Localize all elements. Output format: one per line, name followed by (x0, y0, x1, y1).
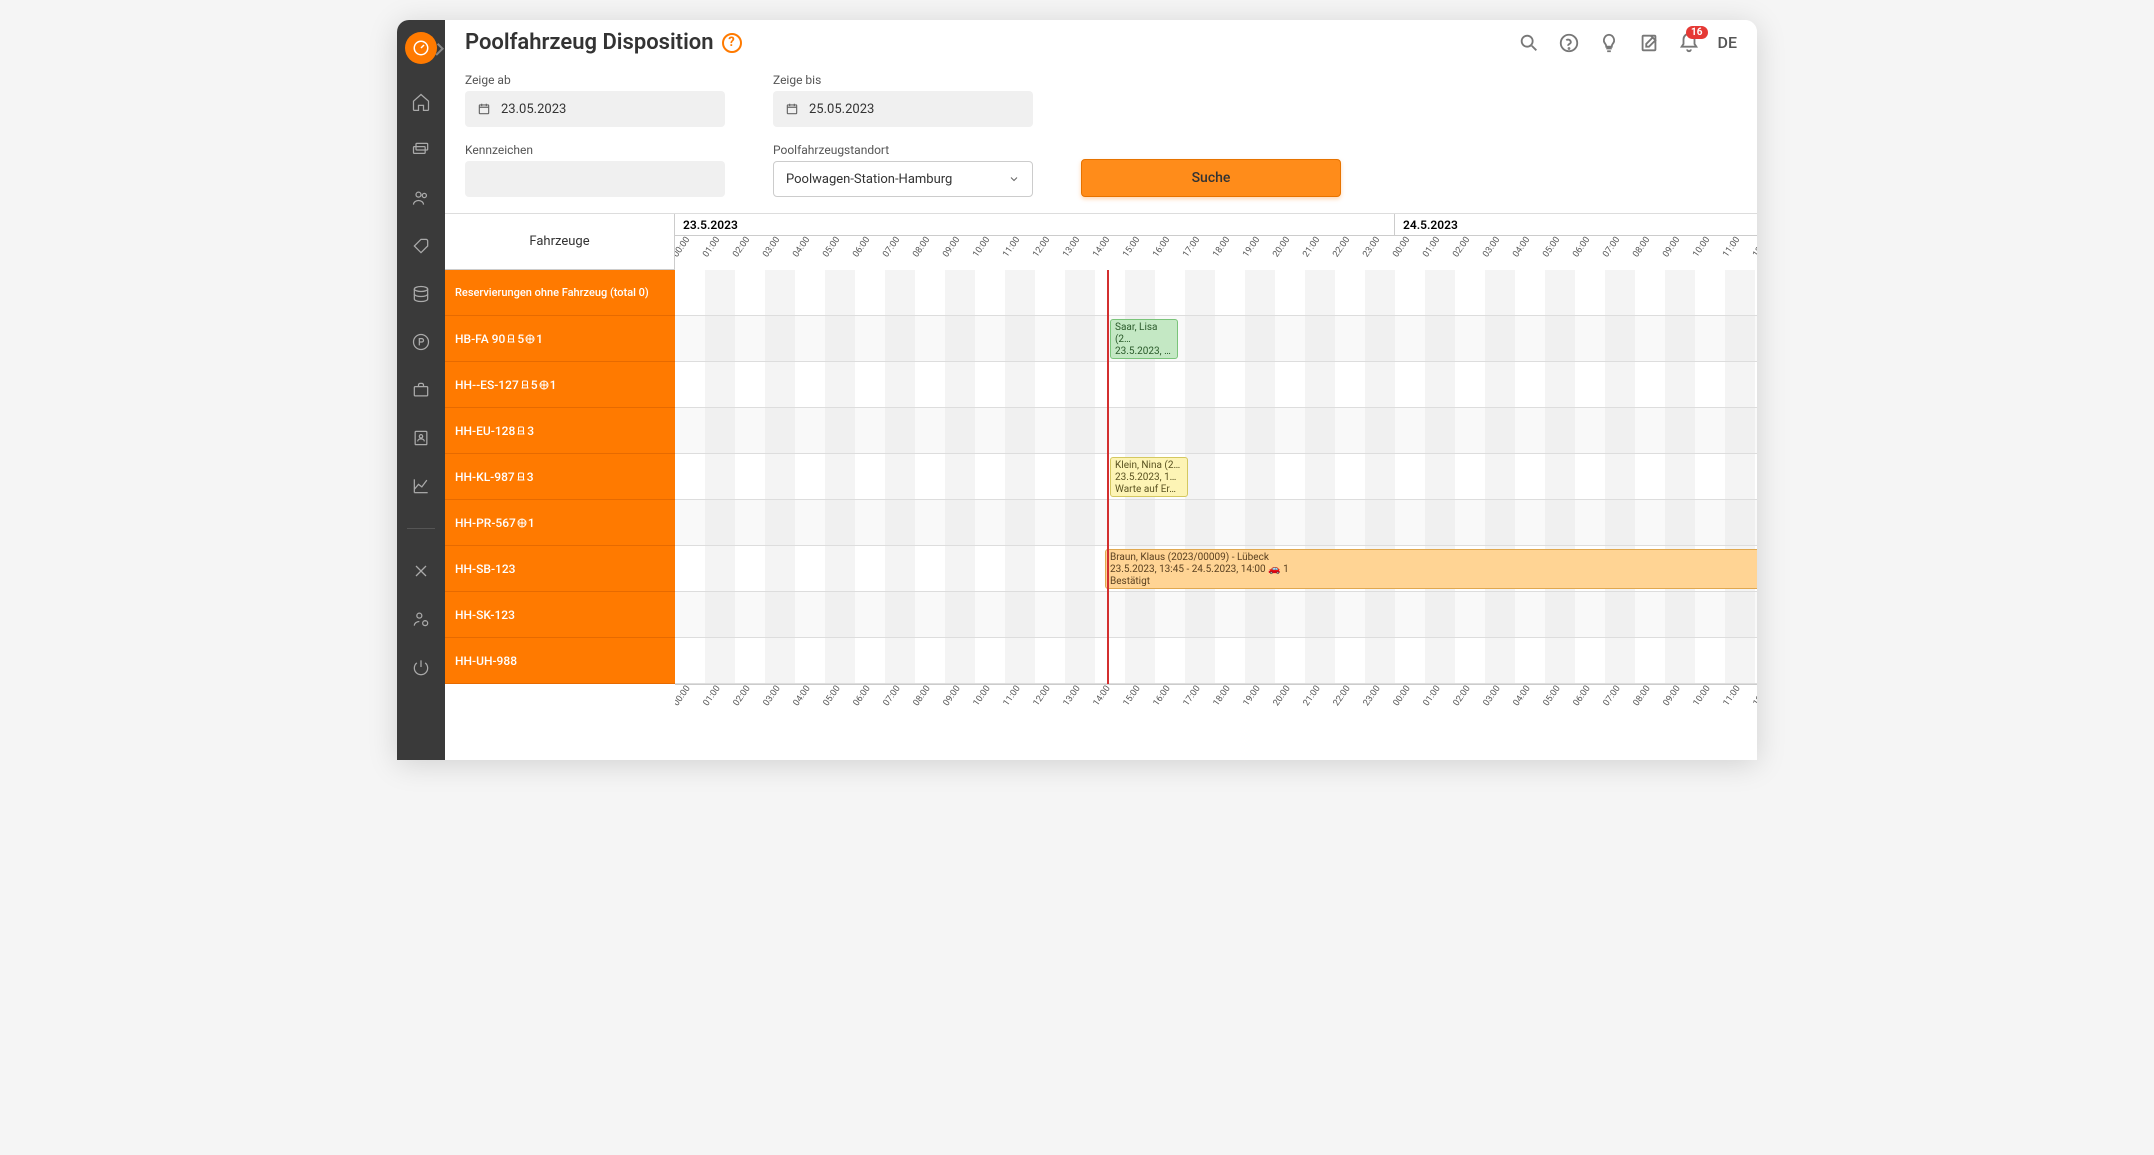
booking-block[interactable]: Klein, Nina (2…23.5.2023, 1…Warte auf Er… (1110, 457, 1188, 497)
timeline-row (675, 592, 1757, 638)
contact-icon[interactable] (411, 428, 431, 448)
timeline-row (675, 362, 1757, 408)
plate-input[interactable] (465, 161, 725, 197)
home-icon[interactable] (411, 92, 431, 112)
tools-icon[interactable] (411, 561, 431, 581)
timeline-row (675, 500, 1757, 546)
tag-icon[interactable] (411, 236, 431, 256)
show-from-input[interactable]: 23.05.2023 (465, 91, 725, 127)
vehicle-row[interactable]: HH-SK-123 (445, 592, 675, 638)
chart-icon[interactable] (411, 476, 431, 496)
booking-block[interactable]: Braun, Klaus (2023/00009) - Lübeck23.5.2… (1105, 549, 1757, 589)
location-select[interactable]: Poolwagen-Station-Hamburg (773, 161, 1033, 197)
app-logo[interactable] (405, 32, 437, 64)
vehicle-row[interactable]: HH-PR-567 1 (445, 500, 675, 546)
vehicle-row[interactable]: HH-UH-988 (445, 638, 675, 684)
main-content: Poolfahrzeug Disposition ? 16 DE Zeige a… (445, 20, 1757, 760)
vehicle-row[interactable]: HH--ES-127 5 1 (445, 362, 675, 408)
note-icon[interactable] (1638, 32, 1660, 54)
vehicle-row[interactable]: Reservierungen ohne Fahrzeug (total 0) (445, 270, 675, 316)
timeline-row: Klein, Nina (2…23.5.2023, 1…Warte auf Er… (675, 454, 1757, 500)
sidebar (397, 20, 445, 760)
hour-row-bottom: 00:0001:0002:0003:0004:0005:0006:0007:00… (675, 684, 1757, 718)
location-label: Poolfahrzeugstandort (773, 143, 1033, 157)
plate-label: Kennzeichen (465, 143, 725, 157)
current-time-line (1107, 270, 1109, 684)
page-header: Poolfahrzeug Disposition ? 16 DE (445, 20, 1757, 65)
calendar-icon (785, 102, 799, 116)
timeline-row (675, 270, 1757, 316)
help-circle-icon[interactable] (1558, 32, 1580, 54)
vehicles-header: Fahrzeuge (445, 214, 675, 270)
power-icon[interactable] (411, 657, 431, 677)
users-icon[interactable] (411, 188, 431, 208)
timeline-row: Kasimir, Sim…24.5.2023, …Bestätigt (675, 408, 1757, 454)
schedule-grid: Fahrzeuge Reservierungen ohne Fahrzeug (… (445, 213, 1757, 760)
briefcase-icon[interactable] (411, 380, 431, 400)
vehicle-column: Fahrzeuge Reservierungen ohne Fahrzeug (… (445, 214, 675, 760)
filter-row-2: Kennzeichen Poolfahrzeugstandort Poolwag… (445, 143, 1757, 213)
vehicle-row[interactable]: HH-KL-987 3 (445, 454, 675, 500)
vehicle-row[interactable]: HH-EU-128 3 (445, 408, 675, 454)
timeline-row: Saar, Lisa (2…23.5.2023, …Bestätigt (675, 316, 1757, 362)
timeline[interactable]: 23.5.202324.5.2023 00:0001:0002:0003:000… (675, 214, 1757, 760)
chevron-down-icon (1008, 173, 1020, 185)
search-icon[interactable] (1518, 32, 1540, 54)
bulb-icon[interactable] (1598, 32, 1620, 54)
notification-badge: 16 (1686, 26, 1707, 39)
vehicle-row[interactable]: HB-FA 90 5 1 (445, 316, 675, 362)
filter-row-1: Zeige ab 23.05.2023 Zeige bis 25.05.2023 (445, 65, 1757, 143)
timeline-row: Braun, Klaus (2023/00009) - Lübeck23.5.2… (675, 546, 1757, 592)
vehicle-row[interactable]: HH-SB-123 (445, 546, 675, 592)
hour-row-top: 00:0001:0002:0003:0004:0005:0006:0007:00… (675, 236, 1757, 270)
page-title: Poolfahrzeug Disposition (465, 30, 714, 55)
grid-body: Saar, Lisa (2…23.5.2023, …Bestätigt Kasim… (675, 270, 1757, 684)
stack-icon[interactable] (411, 284, 431, 304)
parking-icon[interactable] (411, 332, 431, 352)
vehicles-icon[interactable] (411, 140, 431, 160)
show-to-label: Zeige bis (773, 73, 1033, 87)
notifications-icon[interactable]: 16 (1678, 32, 1700, 54)
search-button[interactable]: Suche (1081, 159, 1341, 197)
show-to-input[interactable]: 25.05.2023 (773, 91, 1033, 127)
language-selector[interactable]: DE (1718, 33, 1737, 52)
calendar-icon (477, 102, 491, 116)
help-icon[interactable]: ? (722, 33, 742, 53)
timeline-row: Weber, Han…24.5.2023, …Warte auf E… (675, 638, 1757, 684)
show-from-label: Zeige ab (465, 73, 725, 87)
booking-block[interactable]: Saar, Lisa (2…23.5.2023, …Bestätigt (1110, 319, 1178, 359)
admin-users-icon[interactable] (411, 609, 431, 629)
